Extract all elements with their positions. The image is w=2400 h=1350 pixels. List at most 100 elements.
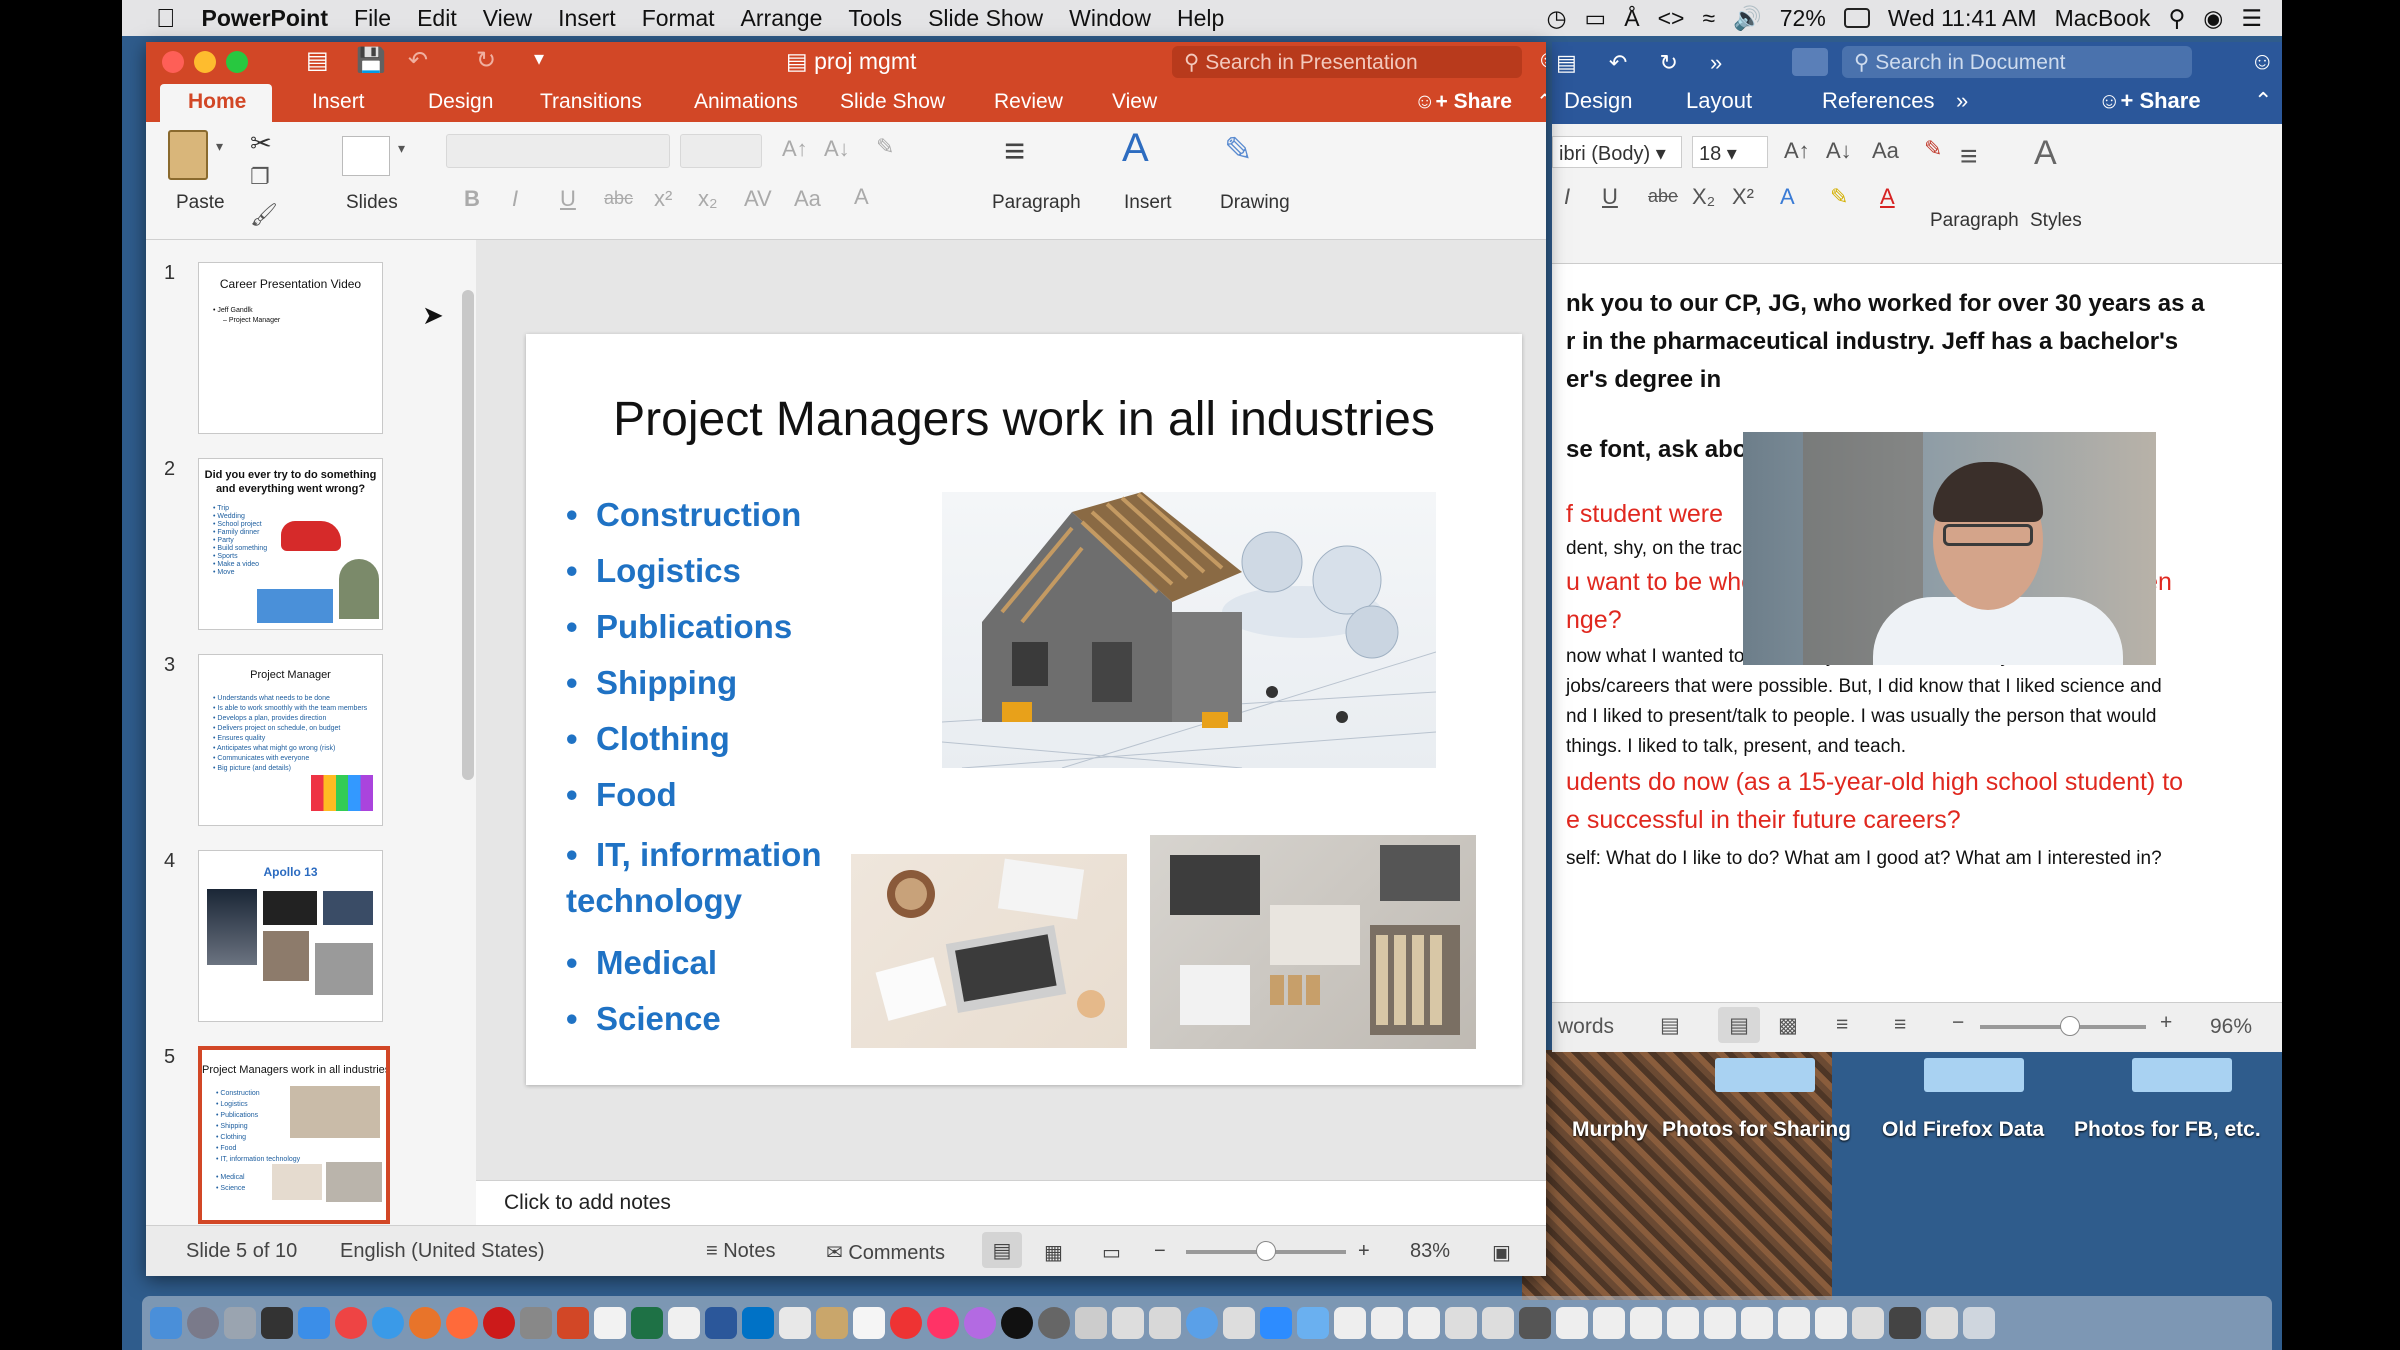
document-icon[interactable] <box>1371 1307 1403 1339</box>
menu-insert[interactable]: Insert <box>545 5 629 32</box>
zoom-slider-thumb[interactable] <box>1256 1241 1276 1261</box>
word-tab-design[interactable]: Design <box>1564 88 1632 114</box>
document-icon[interactable] <box>1149 1307 1181 1339</box>
ibooks-icon[interactable] <box>816 1307 848 1339</box>
notes-app-icon[interactable] <box>668 1307 700 1339</box>
sidebar-toggle-icon[interactable]: ▤ <box>306 46 329 75</box>
document-icon[interactable] <box>1778 1307 1810 1339</box>
notes-placeholder[interactable]: Click to add notes <box>504 1191 671 1215</box>
slides-icon[interactable] <box>342 136 390 176</box>
photos-icon[interactable] <box>1112 1307 1144 1339</box>
firefox-developer-icon[interactable] <box>446 1307 478 1339</box>
thumbnail-scrollbar[interactable] <box>462 290 474 780</box>
slide-canvas[interactable]: Project Managers work in all industries … <box>526 334 1522 1085</box>
word-superscript-icon[interactable]: X² <box>1732 184 1754 210</box>
subscript-icon[interactable]: x₂ <box>698 186 718 212</box>
spotlight-search-icon[interactable]: ⚲ <box>2168 5 2185 32</box>
menubar-clock[interactable]: Wed 11:41 AM <box>1888 5 2037 32</box>
menu-arrange[interactable]: Arrange <box>728 5 836 32</box>
menu-format[interactable]: Format <box>629 5 728 32</box>
highlight-icon[interactable]: ✎ <box>1830 184 1848 210</box>
slides-dropdown-icon[interactable]: ▾ <box>398 140 405 157</box>
help-icon[interactable] <box>520 1307 552 1339</box>
battery-icon[interactable] <box>1843 8 1870 28</box>
slide-bullet[interactable]: • Food <box>566 776 677 814</box>
zoom-out-icon[interactable]: − <box>1952 1011 1964 1035</box>
paragraph-label[interactable]: Paragraph <box>992 192 1081 214</box>
notes-pane[interactable]: Click to add notes <box>476 1180 1546 1225</box>
word-share-button[interactable]: ☺+ Share <box>2098 88 2201 114</box>
ppt-search-input[interactable]: Search in Presentation <box>1205 51 1417 74</box>
word-styles-icon[interactable]: A <box>2034 134 2057 173</box>
preview-icon[interactable] <box>1075 1307 1107 1339</box>
safari-icon[interactable] <box>372 1307 404 1339</box>
menu-tools[interactable]: Tools <box>835 5 915 32</box>
comments-button[interactable]: ✉ Comments <box>826 1240 945 1265</box>
clear-format-icon[interactable]: ✎ <box>1924 136 1942 162</box>
word-size-select[interactable]: 18 ▾ <box>1692 136 1768 168</box>
slide-bullet[interactable]: • Science <box>566 1000 721 1038</box>
firefox-icon[interactable] <box>409 1307 441 1339</box>
document-icon[interactable] <box>1815 1307 1847 1339</box>
podcasts-icon[interactable] <box>964 1307 996 1339</box>
customize-toolbar-icon[interactable]: ▾ <box>534 46 544 71</box>
cut-icon[interactable]: ✂ <box>250 128 272 159</box>
document-icon[interactable] <box>1630 1307 1662 1339</box>
folder-icon[interactable] <box>1924 1058 2024 1092</box>
outline-view-icon[interactable]: ≡ <box>1836 1013 1848 1037</box>
tab-slide-show[interactable]: Slide Show <box>840 90 945 114</box>
zoom-in-icon[interactable]: + <box>1358 1240 1370 1263</box>
document-icon[interactable] <box>1852 1307 1884 1339</box>
powerpoint-icon[interactable] <box>557 1307 589 1339</box>
outlook-icon[interactable] <box>742 1307 774 1339</box>
word-font-select[interactable]: ibri (Body) ▾ <box>1552 136 1682 168</box>
slide-thumbnail-2[interactable]: Did you ever try to do something and eve… <box>198 458 383 630</box>
desktop-label-photos-fb[interactable]: Photos for FB, etc. <box>2074 1118 2261 1142</box>
drawing-label[interactable]: Drawing <box>1220 192 1290 214</box>
zoom-out-icon[interactable]: − <box>1154 1240 1166 1263</box>
battery-percent[interactable]: 72% <box>1780 5 1826 32</box>
document-icon[interactable] <box>1223 1307 1255 1339</box>
web-layout-icon[interactable]: ▩ <box>1778 1013 1798 1038</box>
calendar-icon[interactable] <box>853 1307 885 1339</box>
word-paragraph-icon[interactable]: ≡ <box>1960 140 1978 174</box>
underline-icon[interactable]: U <box>560 186 576 212</box>
slide-bullet[interactable]: • Medical <box>566 944 717 982</box>
paste-clipboard-icon[interactable] <box>168 130 208 180</box>
slide-bullet[interactable]: • Logistics <box>566 552 741 590</box>
insert-label[interactable]: Insert <box>1124 192 1172 214</box>
redo-icon[interactable]: ↻ <box>476 46 496 75</box>
design-meeting-table-image[interactable] <box>1150 835 1476 1049</box>
slide-bullet[interactable]: • IT, information technology <box>566 832 856 924</box>
word-undo-icon[interactable]: ↶ <box>1609 50 1627 75</box>
word-underline-icon[interactable]: U <box>1602 184 1618 210</box>
notes-button[interactable]: ≡ Notes <box>706 1240 775 1263</box>
desktop-label-murphy[interactable]: Murphy <box>1572 1118 1648 1142</box>
siri-icon[interactable]: ◉ <box>2203 5 2223 32</box>
font-size-select[interactable] <box>680 134 762 168</box>
insert-textbox-icon[interactable]: A <box>1122 126 1149 171</box>
finder-icon[interactable] <box>150 1307 182 1339</box>
slide-thumbnail-4[interactable]: Apollo 13 <box>198 850 383 1022</box>
computer-name[interactable]: MacBook <box>2055 5 2151 32</box>
word-zoom-level[interactable]: 96% <box>2210 1015 2252 1039</box>
word-paragraph-label[interactable]: Paragraph <box>1930 210 2019 232</box>
language-indicator[interactable]: English (United States) <box>340 1240 545 1263</box>
tab-design[interactable]: Design <box>428 90 493 114</box>
menu-help[interactable]: Help <box>1164 5 1237 32</box>
format-painter-icon[interactable]: 🖌 <box>250 202 278 228</box>
grow-font-icon[interactable]: A↑ <box>782 136 808 162</box>
italic-icon[interactable]: I <box>512 186 518 212</box>
construction-house-image[interactable] <box>942 492 1436 768</box>
menu-window[interactable]: Window <box>1056 5 1164 32</box>
menu-file[interactable]: File <box>341 5 404 32</box>
apple-tv-icon[interactable] <box>1001 1307 1033 1339</box>
code-icon[interactable]: <> <box>1658 5 1685 32</box>
drawing-shapes-icon[interactable]: ✎ <box>1224 130 1253 170</box>
apple-menu-icon[interactable]:  <box>122 3 189 34</box>
close-window-button[interactable] <box>162 51 184 73</box>
desktop-label-old-firefox[interactable]: Old Firefox Data <box>1882 1118 2044 1142</box>
print-layout-icon[interactable]: ▤ <box>1718 1007 1760 1043</box>
slide-bullet[interactable]: • Shipping <box>566 664 737 702</box>
office-desk-laptop-image[interactable] <box>851 854 1127 1048</box>
